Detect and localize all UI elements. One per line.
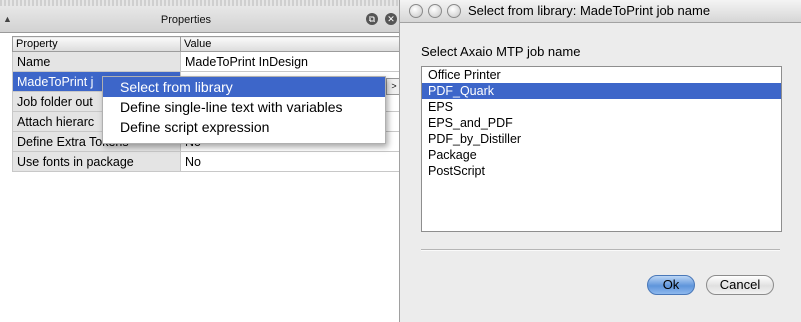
list-item[interactable]: PostScript [422, 163, 781, 179]
dialog-title: Select from library: MadeToPrint job nam… [468, 3, 711, 18]
select-from-library-dialog: Select from library: MadeToPrint job nam… [399, 0, 801, 322]
zoom-window-icon[interactable] [447, 4, 461, 18]
close-panel-icon[interactable]: ✕ [385, 13, 397, 25]
list-item[interactable]: EPS_and_PDF [422, 115, 781, 131]
ok-button[interactable]: Ok [647, 275, 695, 295]
menu-item-select-from-library[interactable]: Select from library [103, 77, 385, 97]
property-key[interactable]: Name [12, 51, 181, 72]
dialog-titlebar[interactable]: Select from library: MadeToPrint job nam… [400, 0, 801, 23]
list-item[interactable]: Package [422, 147, 781, 163]
collapse-arrow-icon[interactable]: ▲ [3, 14, 12, 24]
property-value[interactable]: No [180, 151, 401, 172]
property-value[interactable]: MadeToPrint InDesign [180, 51, 401, 72]
menu-item-define-single-line-text[interactable]: Define single-line text with variables [103, 97, 385, 117]
table-row[interactable]: Name MadeToPrint InDesign [12, 51, 401, 72]
column-header-property[interactable]: Property [12, 36, 181, 52]
dialog-prompt: Select Axaio MTP job name [421, 44, 581, 59]
context-menu: Select from library Define single-line t… [102, 76, 386, 144]
close-window-icon[interactable] [409, 4, 423, 18]
table-header-row: Property Value [12, 36, 401, 52]
list-item[interactable]: PDF_by_Distiller [422, 131, 781, 147]
properties-title: Properties [160, 14, 212, 26]
table-row[interactable]: Use fonts in package No [12, 151, 401, 172]
float-panel-icon[interactable]: ⧉ [366, 13, 378, 25]
properties-titlebar[interactable]: ▲ Properties ⧉ ✕ [0, 0, 404, 33]
list-item[interactable]: Office Printer [422, 67, 781, 83]
cancel-button[interactable]: Cancel [706, 275, 774, 295]
titlebar-grip [0, 0, 404, 6]
list-item[interactable]: EPS [422, 99, 781, 115]
column-header-value[interactable]: Value [180, 36, 401, 52]
list-item-selected[interactable]: PDF_Quark [422, 83, 781, 99]
property-key[interactable]: Use fonts in package [12, 151, 181, 172]
menu-item-define-script-expression[interactable]: Define script expression [103, 117, 385, 137]
minimize-window-icon[interactable] [428, 4, 442, 18]
divider [421, 249, 780, 251]
job-name-list[interactable]: Office Printer PDF_Quark EPS EPS_and_PDF… [421, 66, 782, 232]
